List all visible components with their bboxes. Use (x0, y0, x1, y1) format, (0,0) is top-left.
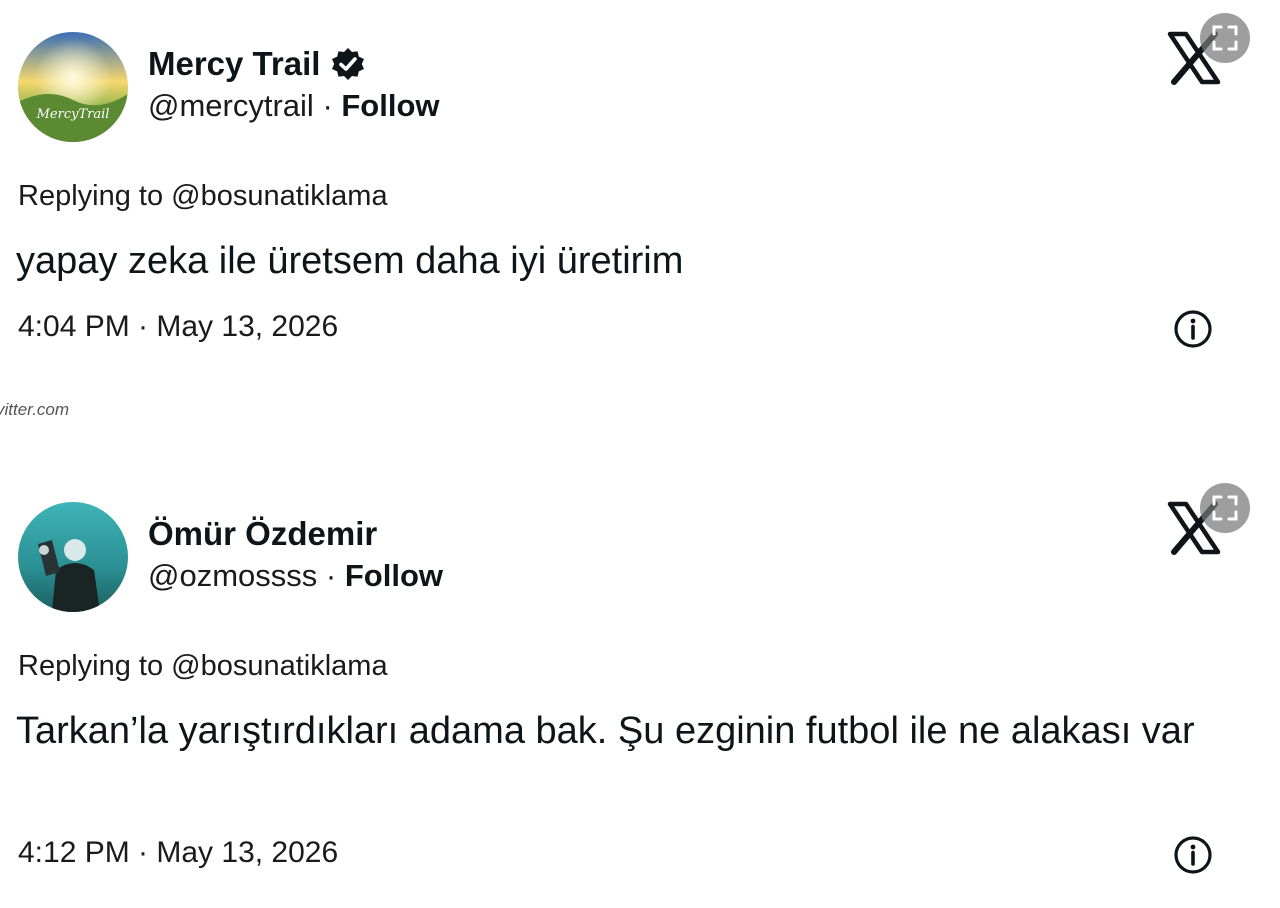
info-icon[interactable] (1172, 308, 1214, 350)
source-label: vitter.com (0, 400, 70, 419)
expand-icon (1212, 25, 1238, 51)
handle-row: @ozmossss · Follow (148, 558, 443, 594)
handle[interactable]: @mercytrail (148, 88, 314, 123)
tweet-text: Tarkan’la yarıştırdıkları adama bak. Şu … (16, 710, 1195, 752)
author-name-row: Ömür Özdemir (148, 512, 377, 556)
info-icon[interactable] (1172, 834, 1214, 876)
timestamp[interactable]: 4:04 PM · May 13, 2026 (18, 310, 338, 344)
avatar[interactable] (18, 502, 128, 612)
replying-to[interactable]: Replying to @bosunatiklama (18, 650, 388, 683)
author-name-row: Mercy Trail (148, 42, 366, 86)
replying-to[interactable]: Replying to @bosunatiklama (18, 180, 388, 213)
display-name[interactable]: Ömür Özdemir (148, 515, 377, 553)
avatar-label: MercyTrail (36, 107, 110, 122)
tweet-text: yapay zeka ile üretsem daha iyi üretirim (16, 240, 684, 282)
separator: · (325, 558, 345, 593)
handle[interactable]: @ozmossss (148, 558, 317, 593)
verified-badge-icon (330, 46, 366, 82)
tweet-card: Ömür Özdemir @ozmossss · Follow Replying… (0, 470, 1280, 908)
tweet-card: MercyTrail Mercy Trail @mercytrail · Fol… (0, 0, 1280, 380)
handle-row: @mercytrail · Follow (148, 88, 440, 124)
timestamp[interactable]: 4:12 PM · May 13, 2026 (18, 836, 338, 870)
avatar[interactable]: MercyTrail (18, 32, 128, 142)
follow-button[interactable]: Follow (345, 558, 443, 593)
expand-icon (1212, 495, 1238, 521)
expand-button[interactable] (1200, 483, 1250, 533)
display-name[interactable]: Mercy Trail (148, 45, 320, 83)
expand-button[interactable] (1200, 13, 1250, 63)
follow-button[interactable]: Follow (341, 88, 439, 123)
separator: · (322, 88, 342, 123)
